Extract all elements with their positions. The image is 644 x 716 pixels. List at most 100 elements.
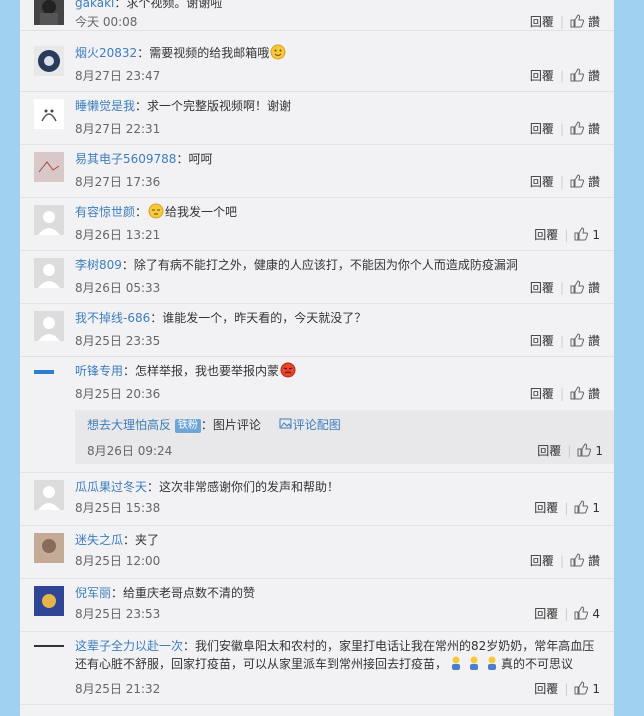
comment-text-line: 李树809：除了有病不能打之外，健康的人应该打，不能因为你个人而造成防疫漏洞 xyxy=(75,256,600,274)
comment-text: ：给重庆老哥点数不清的赞 xyxy=(111,586,256,600)
comment-date: 8月25日 12:00 xyxy=(75,554,161,568)
comment-date: 8月27日 22:31 xyxy=(75,122,161,136)
sub-reply-date: 8月26日 09:24 xyxy=(87,444,173,458)
like-button[interactable]: 1 xyxy=(574,500,600,515)
comment-item: 易其电子5609788：呵呵 8月27日 17:36 回覆 | 讚 xyxy=(20,144,614,198)
reply-button[interactable]: 回覆 xyxy=(530,122,554,136)
like-label: 讚 xyxy=(587,387,600,401)
comment-username[interactable]: gakaki xyxy=(75,0,114,10)
thumbs-up-icon xyxy=(574,500,589,514)
comment-username[interactable]: 倪军丽 xyxy=(75,586,111,600)
comment-username[interactable]: 听锋专用 xyxy=(75,364,123,378)
like-button[interactable]: 1 xyxy=(577,443,603,458)
reply-button[interactable]: 回覆 xyxy=(534,228,558,242)
avatar[interactable] xyxy=(34,639,64,669)
comment-item: gakaki：求个视频。谢谢啦 今天 00:08 回覆 | 讚 xyxy=(20,0,614,31)
avatar[interactable] xyxy=(34,533,64,563)
avatar[interactable] xyxy=(34,480,64,510)
like-button[interactable]: 讚 xyxy=(570,553,600,568)
reply-button[interactable]: 回覆 xyxy=(534,501,558,515)
like-button[interactable]: 4 xyxy=(574,606,600,621)
like-count: 1 xyxy=(595,444,603,458)
comment-text: ：夹了 xyxy=(123,533,160,547)
like-label: 讚 xyxy=(587,15,600,29)
comment-username[interactable]: 睡懒觉是我 xyxy=(75,99,135,113)
comment-text: ：怎样举报，我也要举报内蒙 xyxy=(123,364,280,378)
reply-button[interactable]: 回覆 xyxy=(530,175,554,189)
avatar[interactable] xyxy=(34,46,64,76)
reply-button[interactable]: 回覆 xyxy=(530,554,554,568)
person-emoji-icon xyxy=(470,656,479,670)
comment-text: ：呵呵 xyxy=(176,152,213,166)
reply-button[interactable]: 回覆 xyxy=(534,607,558,621)
reply-button[interactable]: 回覆 xyxy=(530,387,554,401)
comment-item: 瓜瓜果过冬天：这次非常感谢你们的发声和帮助！ 8月25日 15:38 回覆 | 1 xyxy=(20,472,614,526)
comment-item: 有容惊世颜： 给我发一个吧 8月26日 13:21 回覆 | 1 xyxy=(20,197,614,251)
avatar[interactable] xyxy=(34,364,64,394)
comment-username[interactable]: 这辈子全力以赴一次 xyxy=(75,639,183,653)
comment-list: gakaki：求个视频。谢谢啦 今天 00:08 回覆 | 讚 烟火20832：需要… xyxy=(20,0,614,716)
reply-button[interactable]: 回覆 xyxy=(530,281,554,295)
like-label: 讚 xyxy=(587,175,600,189)
avatar[interactable] xyxy=(34,205,64,235)
comment-image-link[interactable]: 评论配图 xyxy=(293,418,341,432)
like-button[interactable]: 讚 xyxy=(570,14,600,29)
thumbs-up-icon xyxy=(574,681,589,695)
thumbs-up-icon xyxy=(574,227,589,241)
like-button[interactable]: 讚 xyxy=(570,121,600,136)
comment-username[interactable]: 李树809 xyxy=(75,258,122,272)
comment-text-tail: 真的不可思议 xyxy=(501,657,574,671)
avatar[interactable] xyxy=(34,0,64,25)
comment-text: ：谁能发一个，昨天看的，今天就没了？ xyxy=(150,311,367,325)
person-emoji-icon xyxy=(488,656,497,670)
comment-item: 烟火20832：需要视频的给我邮箱哦 8月27日 23:47 回覆 | 讚 xyxy=(20,38,614,92)
sub-reply: 想去大理怕高反 铁粉 ：图片评论 评论配图 8月26日 09:24 回覆 | 1 xyxy=(75,410,614,464)
like-button[interactable]: 讚 xyxy=(570,280,600,295)
avatar[interactable] xyxy=(34,258,64,288)
comment-item: 李树809：除了有病不能打之外，健康的人应该打，不能因为你个人而造成防疫漏洞 8… xyxy=(20,250,614,304)
sub-reply-line: 想去大理怕高反 铁粉 ：图片评论 评论配图 xyxy=(87,416,341,434)
comment-item: 迷失之瓜：夹了 8月25日 12:00 回覆 | 讚 xyxy=(20,525,614,579)
comment-text-line: 有容惊世颜： 给我发一个吧 xyxy=(75,203,600,221)
avatar[interactable] xyxy=(34,586,64,616)
comment-text: ：这次非常感谢你们的发声和帮助！ xyxy=(147,480,340,494)
reply-button[interactable]: 回覆 xyxy=(534,682,558,696)
like-button[interactable]: 讚 xyxy=(570,386,600,401)
thumbs-up-icon xyxy=(570,14,584,28)
avatar[interactable] xyxy=(34,311,64,341)
comment-item: 倪军丽：给重庆老哥点数不清的赞 8月25日 23:53 回覆 | 4 xyxy=(20,578,614,632)
like-button[interactable]: 讚 xyxy=(570,174,600,189)
comment-item: 这辈子全力以赴一次：我们安徽阜阳太和农村的，家里打电话让我在常州的82岁奶奶，常… xyxy=(20,631,614,705)
comment-username[interactable]: 瓜瓜果过冬天 xyxy=(75,480,147,494)
comment-date: 8月25日 15:38 xyxy=(75,501,161,515)
like-button[interactable]: 1 xyxy=(574,227,600,242)
reply-button[interactable]: 回覆 xyxy=(530,334,554,348)
avatar[interactable] xyxy=(34,99,64,129)
reply-button[interactable]: 回覆 xyxy=(530,69,554,83)
like-button[interactable]: 讚 xyxy=(570,68,600,83)
avatar[interactable] xyxy=(34,152,64,182)
comment-username[interactable]: 迷失之瓜 xyxy=(75,533,123,547)
like-button[interactable]: 1 xyxy=(574,681,600,696)
comment-text-line: 睡懒觉是我：求一个完整版视频啊！谢谢 xyxy=(75,97,600,115)
comment-actions: 回覆 | 讚 xyxy=(529,68,600,83)
comment-actions: 回覆 | 讚 xyxy=(529,553,600,568)
reply-button[interactable]: 回覆 xyxy=(537,444,561,458)
comment-text-line: gakaki：求个视频。谢谢啦 xyxy=(75,0,600,12)
like-count: 1 xyxy=(592,228,600,242)
like-button[interactable]: 讚 xyxy=(570,333,600,348)
comment-date: 8月27日 17:36 xyxy=(75,175,161,189)
comment-username[interactable]: 我不掉线-686 xyxy=(75,311,150,325)
comment-username[interactable]: 易其电子5609788 xyxy=(75,152,176,166)
sub-reply-username[interactable]: 想去大理怕高反 xyxy=(87,418,171,432)
like-count: 4 xyxy=(592,607,600,621)
comment-username[interactable]: 有容惊世颜 xyxy=(75,205,135,219)
sub-reply-actions: 回覆 | 1 xyxy=(537,443,603,458)
reply-button[interactable]: 回覆 xyxy=(530,15,554,29)
like-label: 讚 xyxy=(587,281,600,295)
comment-date: 8月25日 23:53 xyxy=(75,607,161,621)
comment-text: ： xyxy=(135,205,148,219)
comment-text-line: 烟火20832：需要视频的给我邮箱哦 xyxy=(75,44,600,62)
comment-date: 8月26日 05:33 xyxy=(75,281,161,295)
comment-username[interactable]: 烟火20832 xyxy=(75,46,137,60)
